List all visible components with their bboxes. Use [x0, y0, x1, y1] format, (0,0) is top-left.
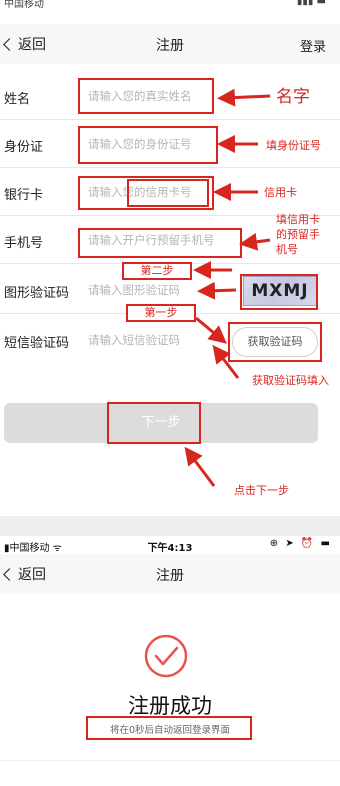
page-title: 注册 — [156, 568, 184, 584]
login-link[interactable]: 登录 — [300, 36, 326, 55]
screen-separator — [0, 516, 340, 536]
captcha-input[interactable]: 请输入图形验证码 — [88, 282, 180, 298]
annotation-box-next — [107, 402, 201, 444]
arrow-next — [184, 446, 216, 487]
status-bar-top: 中国移动 ▮▮▮ ▬ — [0, 0, 340, 14]
annotation-box-name — [78, 78, 214, 114]
annotation-box-note — [86, 716, 252, 740]
captcha-label: 图形验证码 — [4, 286, 70, 301]
sms-label: 短信验证码 — [4, 336, 70, 351]
status-bar-bottom: ▮中国移动 ᯤ 下午4:13 ⊕ ➤ ⏰ ▬ — [0, 536, 340, 554]
register-nav-bar: 返回 注册 登录 — [0, 24, 340, 64]
annotation-box-get-code — [228, 322, 322, 362]
carrier-text: 中国移动 — [4, 0, 44, 10]
annotation-box-captcha — [240, 274, 318, 310]
name-label: 姓名 — [4, 92, 31, 107]
id-label: 身份证 — [4, 140, 44, 155]
bottom-divider — [0, 760, 340, 761]
battery-text: ▮▮▮ ▬ — [296, 0, 326, 7]
annotation-name: 名字 — [276, 87, 310, 107]
card-label: 银行卡 — [4, 188, 44, 203]
phone-label: 手机号 — [4, 236, 44, 251]
annotation-id: 填身份证号 — [266, 139, 321, 152]
sms-input[interactable]: 请输入短信验证码 — [88, 332, 180, 348]
annotation-click-next: 点击下一步 — [234, 484, 289, 497]
annotation-box-card-inner — [127, 179, 209, 207]
annotation-step-two: 第二步 — [122, 262, 192, 280]
status-icons: ⊕ ➤ ⏰ ▬ — [269, 538, 332, 549]
annotation-box-phone — [78, 228, 242, 258]
annotation-card: 信用卡 — [264, 186, 297, 199]
check-circle-icon — [144, 634, 188, 678]
annotation-phone: 填信用卡的预留手机号 — [276, 213, 320, 256]
page-title: 注册 — [156, 38, 184, 54]
success-nav-bar: 返回 注册 — [0, 554, 340, 594]
annotation-box-id — [78, 126, 218, 164]
annotation-get-code: 获取验证码填入 — [252, 374, 329, 387]
annotation-step-one: 第一步 — [126, 304, 196, 322]
